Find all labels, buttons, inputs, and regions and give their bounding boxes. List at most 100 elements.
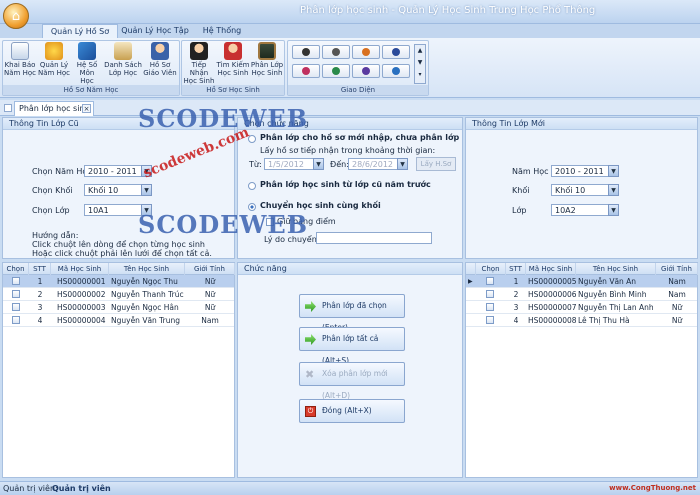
row-pointer-icon: ▶: [468, 278, 473, 285]
theme-swatch-icon: [392, 67, 400, 75]
row-checkbox[interactable]: [486, 316, 494, 324]
from-label: Từ:: [249, 160, 262, 169]
chevron-down-icon: ▼: [608, 165, 619, 177]
new-class-select[interactable]: 10A2 ▼: [551, 204, 619, 216]
row-checkbox[interactable]: [12, 290, 20, 298]
grid-header: Chọn STT Mã Học Sinh Tên Học Sinh Giới T…: [466, 263, 698, 275]
close-button[interactable]: ⏻ Đóng (Alt+X): [299, 399, 405, 423]
tab-quan-ly-hoc-tap[interactable]: Quản Lý Học Tập: [120, 24, 190, 38]
theme-8[interactable]: [382, 64, 410, 78]
from-date-input[interactable]: 1/5/2012 ▼: [264, 158, 324, 170]
new-grade-label: Khối: [512, 186, 530, 195]
watermark-scodeweb-2: SCODEWEB: [138, 210, 308, 239]
window-title: Phân lớp học sinh - Quản Lý Học Sinh Tru…: [300, 5, 596, 16]
theme-2[interactable]: [322, 45, 350, 59]
chevron-down-icon: ▼: [141, 184, 152, 196]
theme-swatch-icon: [362, 67, 370, 75]
theme-swatch-icon: [332, 67, 340, 75]
quan-ly-nam-hoc-button[interactable]: Quản Lý Năm Học: [38, 42, 70, 77]
more-icon: ▾: [418, 71, 422, 78]
table-row[interactable]: 3 HS00000003 Nguyễn Ngọc Hân Nữ: [3, 301, 234, 314]
assign-all-button[interactable]: Phân lớp tất cả (Alt+S): [299, 327, 405, 365]
arrow-right-icon: [305, 301, 316, 312]
chevron-down-icon: ▼: [417, 59, 423, 66]
theme-3[interactable]: [352, 45, 380, 59]
table-row[interactable]: 2 HS00000002 Nguyễn Thanh Trúc Nữ: [3, 288, 234, 301]
row-checkbox[interactable]: [12, 277, 20, 285]
chevron-down-icon: ▼: [608, 204, 619, 216]
row-checkbox[interactable]: [12, 316, 20, 324]
document-tab-phan-lop[interactable]: Phân lớp học sinh ×: [14, 101, 94, 116]
guide-title: Hướng dẫn:: [32, 231, 79, 240]
new-year-label: Năm Học: [512, 167, 549, 176]
reason-input[interactable]: [316, 232, 432, 244]
app-menu-button[interactable]: ⌂: [3, 3, 29, 29]
calendar-icon: ▼: [397, 158, 408, 170]
guide-line-2: Hoặc click chuột phải lên lưới để chọn t…: [32, 249, 212, 258]
theme-swatch-icon: [332, 48, 340, 56]
theme-5[interactable]: [292, 64, 320, 78]
date-range-label: Lấy hồ sơ tiếp nhận trong khoảng thời gi…: [260, 146, 436, 155]
new-year-select[interactable]: 2010 - 2011 ▼: [551, 165, 619, 177]
grade-label: Chọn Khối: [32, 186, 73, 195]
blackboard-icon: [258, 42, 276, 60]
chevron-down-icon: ▼: [608, 184, 619, 196]
new-class-label: Lớp: [512, 206, 527, 215]
assign-selected-button[interactable]: Phân lớp đã chọn (Enter): [299, 294, 405, 332]
year-label: Chọn Năm Học: [32, 167, 92, 176]
tab-he-thong[interactable]: Hệ Thống: [194, 24, 250, 38]
books-icon: [78, 42, 96, 60]
gallery-scroll[interactable]: ▲ ▼ ▾: [414, 44, 426, 84]
row-checkbox[interactable]: [486, 290, 494, 298]
theme-swatch-icon: [362, 48, 370, 56]
status-label: Quản trị viên:: [3, 484, 58, 493]
phan-lop-hoc-sinh-button[interactable]: Phân Lớp Học Sinh: [250, 42, 284, 77]
tim-kiem-hoc-sinh-button[interactable]: Tìm Kiếm Học Sinh: [216, 42, 250, 77]
search-student-icon: [224, 42, 242, 60]
new-class-grid[interactable]: Chọn STT Mã Học Sinh Tên Học Sinh Giới T…: [465, 262, 698, 478]
old-class-grid[interactable]: Chọn STT Mã Học Sinh Tên Học Sinh Giới T…: [2, 262, 235, 478]
close-icon[interactable]: ×: [82, 104, 91, 113]
option-new-records-label: Phân lớp cho hồ sơ mới nhập, chưa phân l…: [260, 133, 460, 142]
theme-1[interactable]: [292, 45, 320, 59]
edit-document-icon: [11, 42, 29, 60]
power-icon: ⏻: [305, 406, 316, 417]
theme-6[interactable]: [322, 64, 350, 78]
graduate-icon: [190, 42, 208, 60]
new-grade-select[interactable]: Khối 10 ▼: [551, 184, 619, 196]
site-watermark: www.CongThuong.net: [609, 484, 696, 492]
row-checkbox[interactable]: [486, 277, 494, 285]
option-old-class-label: Phân lớp học sinh từ lớp cũ năm trước: [260, 180, 431, 189]
calendar-icon: ▼: [313, 158, 324, 170]
delete-icon: ✖: [305, 368, 315, 381]
option-transfer-label: Chuyển học sinh cùng khối: [260, 201, 381, 210]
remove-assignment-button[interactable]: ✖ Xóa phân lớp mới (Alt+D): [299, 362, 405, 400]
theme-swatch-icon: [302, 67, 310, 75]
table-row[interactable]: 3 HS00000007 Nguyễn Thị Lan Anh Nữ: [466, 301, 697, 314]
table-row[interactable]: 4 HS00000008 Lê Thị Thu Hà Nữ: [466, 314, 697, 327]
get-records-button[interactable]: Lấy H.Sơ: [416, 157, 456, 171]
danh-sach-lop-hoc-button[interactable]: Danh Sách Lớp Học: [104, 42, 142, 77]
table-row[interactable]: 2 HS00000006 Nguyễn Bình Minh Nam: [466, 288, 697, 301]
theme-swatch-icon: [392, 48, 400, 56]
row-checkbox[interactable]: [486, 303, 494, 311]
theme-7[interactable]: [352, 64, 380, 78]
table-row[interactable]: ▶ 1 HS00000005 Nguyễn Văn An Nam: [466, 275, 697, 288]
guide-line-1: Click chuột lên dòng để chọn từng học si…: [32, 240, 205, 249]
tiep-nhan-hoc-sinh-button[interactable]: Tiếp Nhận Học Sinh: [182, 42, 216, 85]
theme-swatch-icon: [302, 48, 310, 56]
table-row[interactable]: 4 HS00000004 Nguyễn Văn Trung Nam: [3, 314, 234, 327]
row-checkbox[interactable]: [12, 303, 20, 311]
tab-list-icon[interactable]: [4, 104, 12, 112]
option-old-class-radio[interactable]: [248, 182, 256, 190]
ho-so-giao-vien-button[interactable]: Hồ Sơ Giáo Viên: [143, 42, 177, 77]
old-grade-select[interactable]: Khối 10 ▼: [84, 184, 152, 196]
tab-quan-ly-ho-so[interactable]: Quản Lý Hồ Sơ: [42, 24, 118, 38]
to-date-input[interactable]: 28/6/2012 ▼: [348, 158, 408, 170]
table-row[interactable]: 1 HS00000001 Nguyễn Ngọc Thu Nữ: [3, 275, 234, 288]
khai-bao-nam-hoc-button[interactable]: Khai Báo Năm Học: [4, 42, 36, 77]
theme-4[interactable]: [382, 45, 410, 59]
class-label: Chọn Lớp: [32, 206, 70, 215]
he-so-mon-hoc-button[interactable]: Hệ Số Môn Học: [72, 42, 102, 85]
to-label: Đến:: [330, 160, 349, 169]
